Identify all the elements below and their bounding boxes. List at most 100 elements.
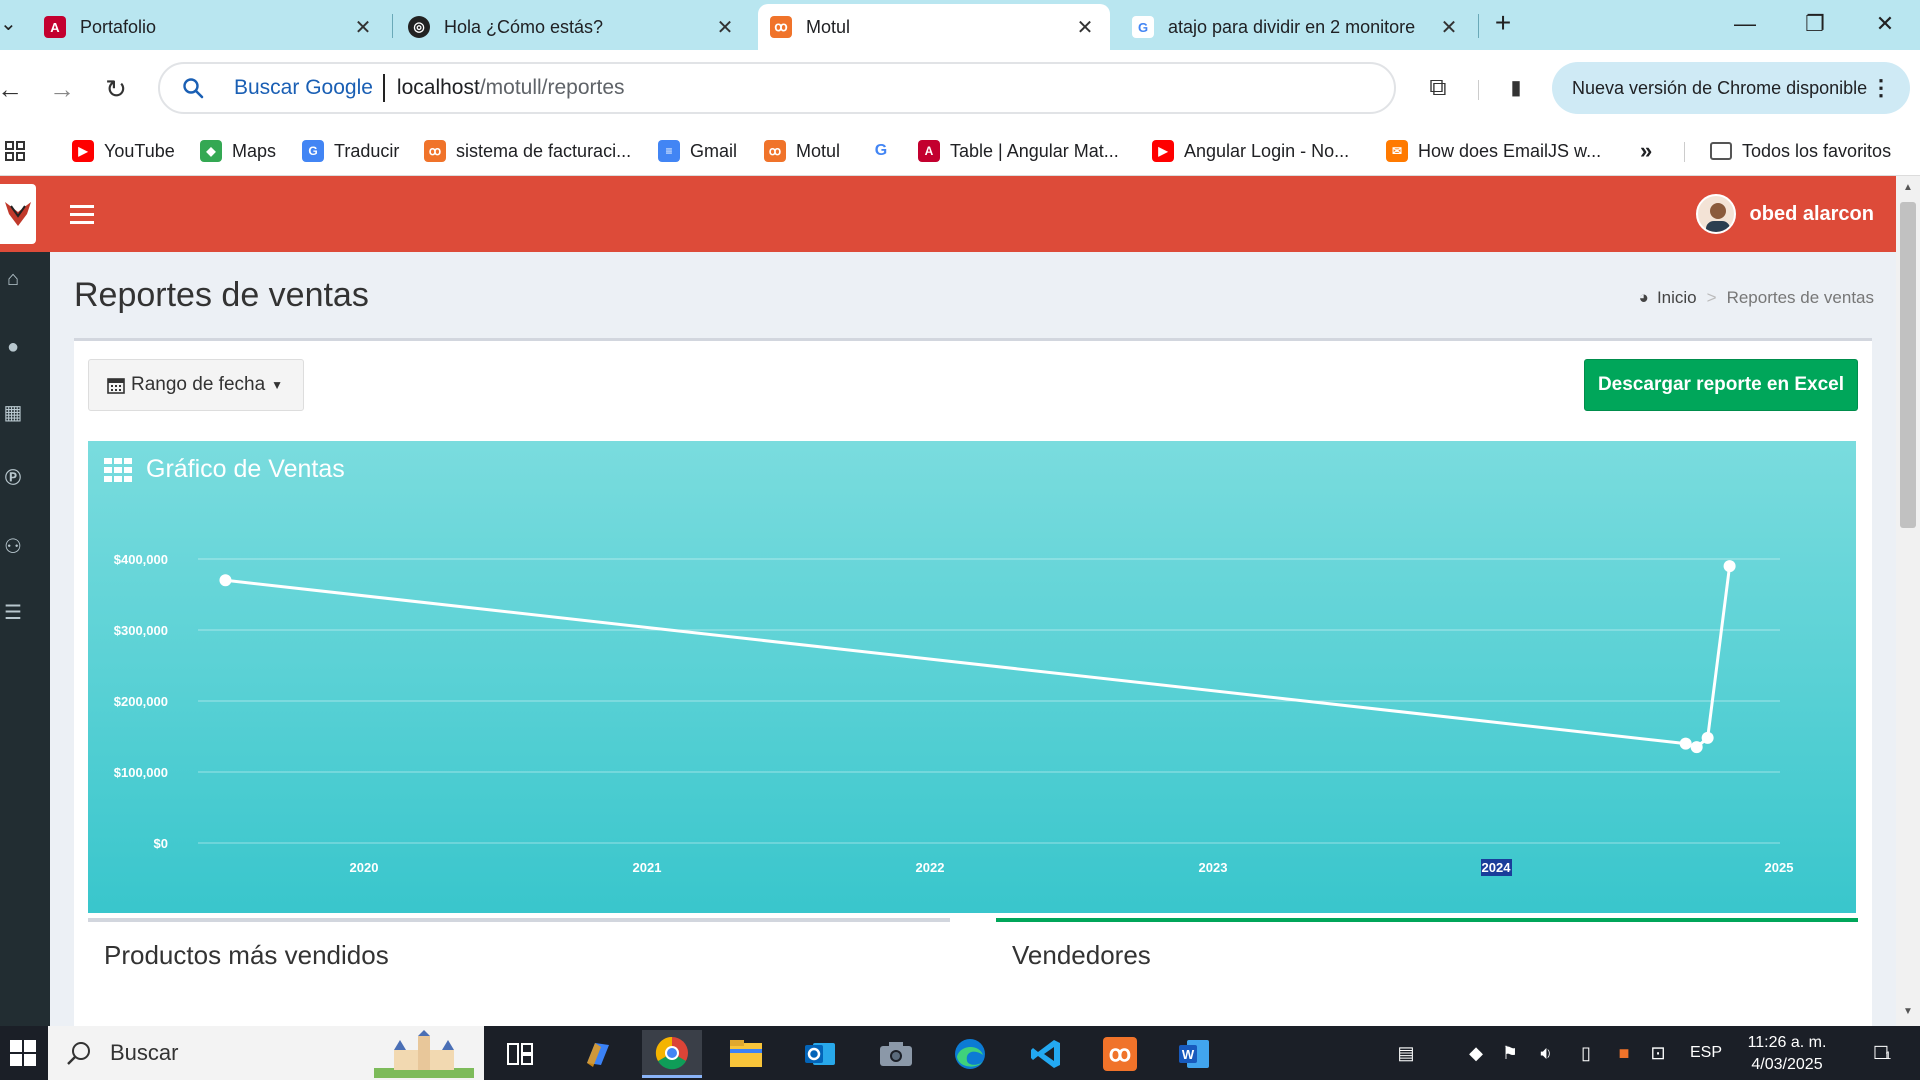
restore-button[interactable]: ❐	[1790, 6, 1840, 42]
more-menu-icon[interactable]: ⋮	[1870, 75, 1892, 101]
series-line	[225, 565, 1732, 749]
close-icon[interactable]: ✕	[352, 15, 374, 40]
chrome-update-chip[interactable]: Nueva versión de Chrome disponible ⋮	[1552, 62, 1910, 114]
bookmarks-overflow-button[interactable]: »	[1640, 126, 1652, 176]
volume-icon[interactable]: 🔉︎	[1532, 1040, 1560, 1066]
copilot-tray-icon[interactable]: ◆	[1462, 1040, 1490, 1066]
explorer-icon[interactable]	[716, 1030, 776, 1078]
dashboard-icon: ◕	[1638, 288, 1649, 307]
address-bar[interactable]: Buscar Google localhost/motull/reportes	[158, 62, 1396, 114]
news-widget-icon[interactable]: ▤	[1392, 1040, 1420, 1066]
taskbar-search[interactable]: Buscar	[48, 1026, 484, 1080]
task-view-icon[interactable]	[490, 1030, 550, 1078]
bookmark-maps[interactable]: ◆ Maps	[200, 126, 276, 176]
battery-icon[interactable]: ▯	[1572, 1040, 1600, 1066]
x-tick-label: 2020	[350, 860, 379, 875]
scroll-up-icon[interactable]: ▲	[1898, 182, 1918, 193]
bookmark-gmail[interactable]: ≡ Gmail	[658, 126, 737, 176]
emailjs-icon: ✉	[1386, 140, 1408, 162]
date-range-label: Rango de fecha	[131, 374, 266, 395]
sidebar-item-users[interactable]: ⚇	[0, 534, 26, 560]
camera-icon[interactable]	[866, 1030, 926, 1078]
bookmark-google[interactable]: G	[870, 126, 902, 176]
tab-google-search[interactable]: G atajo para dividir en 2 monitore ✕	[1120, 4, 1474, 50]
bookmark-youtube[interactable]: ▶ YouTube	[72, 126, 175, 176]
download-excel-button[interactable]: Descargar reporte en Excel	[1584, 359, 1858, 411]
search-icon	[67, 1042, 90, 1065]
chart-title: Gráfico de Ventas	[146, 455, 345, 483]
forward-button[interactable]: →	[44, 72, 80, 108]
sidebar-item-user[interactable]: ●	[0, 334, 26, 360]
sidebar-item-list[interactable]: ☰	[0, 600, 26, 626]
close-icon[interactable]: ✕	[1074, 15, 1096, 40]
xampp-tray-icon[interactable]: ■	[1610, 1040, 1638, 1066]
search-highlight-castle-icon	[374, 1030, 474, 1078]
caret-down-icon: ▼	[271, 378, 284, 392]
start-button[interactable]	[0, 1026, 46, 1080]
back-button[interactable]: ←	[0, 72, 28, 108]
date-range-button[interactable]: Rango de fecha ▼	[88, 359, 304, 411]
y-tick-label: $200,000	[114, 694, 168, 709]
bookmark-label: How does EmailJS w...	[1418, 140, 1602, 161]
close-icon[interactable]: ✕	[714, 15, 736, 40]
tab-search-icon[interactable]: ⌄	[0, 10, 17, 40]
minimize-button[interactable]: —	[1720, 6, 1770, 42]
sidebar-item-grid[interactable]: ▦	[0, 400, 26, 426]
xampp-icon[interactable]: ꝏ	[1090, 1030, 1150, 1078]
all-bookmarks-folder[interactable]: Todos los favoritos	[1710, 126, 1891, 176]
page-scrollbar[interactable]: ▲ ▼	[1896, 176, 1920, 1026]
scroll-down-icon[interactable]: ▼	[1898, 1006, 1918, 1017]
outlook-icon[interactable]	[790, 1030, 850, 1078]
youtube-icon: ▶	[1152, 140, 1174, 162]
bookmark-traducir[interactable]: G Traducir	[302, 126, 399, 176]
bird-logo-icon	[5, 202, 31, 226]
sidebar-item-home[interactable]: ⌂	[0, 266, 26, 292]
language-indicator[interactable]: ESP	[1686, 1040, 1726, 1066]
breadcrumb-home[interactable]: Inicio	[1657, 288, 1697, 308]
bookmark-angular-table[interactable]: A Table | Angular Mat...	[918, 126, 1119, 176]
app-header: obed alarcon	[0, 176, 1896, 252]
data-point	[1690, 741, 1703, 754]
extensions-icon[interactable]: ⧉	[1420, 70, 1456, 106]
update-chip-label: Nueva versión de Chrome disponible	[1572, 77, 1868, 98]
tab-chatgpt[interactable]: ◎ Hola ¿Cómo estás? ✕	[396, 4, 750, 50]
tab-portafolio[interactable]: A Portafolio ✕	[32, 4, 388, 50]
reload-button[interactable]: ↻	[98, 72, 134, 108]
word-icon[interactable]: W	[1164, 1030, 1224, 1078]
chrome-icon[interactable]	[642, 1030, 702, 1078]
app-logo[interactable]	[0, 184, 36, 244]
tab-title: Portafolio	[80, 16, 157, 37]
notifications-icon[interactable]: ☐1	[1862, 1040, 1902, 1066]
tab-motul[interactable]: ꝏ Motul ✕	[758, 4, 1110, 50]
tab-strip: ⌄ A Portafolio ✕ ◎ Hola ¿Cómo estás? ✕ ꝏ…	[0, 0, 1920, 50]
network-icon[interactable]: ⊡	[1644, 1040, 1672, 1066]
web-app: obed alarcon ⌂ ● ▦ Ⓟ ⚇ ☰ Reportes de ven…	[0, 176, 1896, 1026]
edge-icon[interactable]	[940, 1030, 1000, 1078]
bookmark-angular-login[interactable]: ▶ Angular Login - No...	[1152, 126, 1349, 176]
angular-icon: A	[918, 140, 940, 162]
data-point	[1701, 731, 1714, 744]
x-tick-label: 2023	[1199, 860, 1228, 875]
bookmark-sistema-facturacion[interactable]: ꝏ sistema de facturaci...	[424, 126, 631, 176]
bookmark-label: Table | Angular Mat...	[950, 140, 1119, 161]
vscode-icon[interactable]	[1016, 1030, 1076, 1078]
profile-extension-icon[interactable]: ▮	[1498, 70, 1534, 106]
user-menu[interactable]: obed alarcon	[1695, 194, 1874, 234]
avatar	[1695, 194, 1736, 234]
new-tab-button[interactable]: +	[1488, 8, 1518, 40]
sidebar-toggle-button[interactable]	[70, 200, 94, 228]
tab-title: Motul	[806, 16, 851, 37]
sidebar-item-products[interactable]: Ⓟ	[0, 466, 26, 492]
system-clock[interactable]: 11:26 a. m. 4/03/2025	[1732, 1032, 1842, 1076]
tab-title: Hola ¿Cómo estás?	[444, 16, 604, 37]
copilot-icon[interactable]	[568, 1030, 628, 1078]
bookmark-emailjs[interactable]: ✉ How does EmailJS w...	[1386, 126, 1601, 176]
apps-grid-icon[interactable]	[4, 126, 26, 176]
scrollbar-thumb[interactable]	[1900, 202, 1916, 528]
security-tray-icon[interactable]: ⚑	[1496, 1040, 1524, 1066]
docs-icon: ≡	[658, 140, 680, 162]
close-window-button[interactable]: ✕	[1860, 6, 1910, 42]
bookmark-motul[interactable]: ꝏ Motul	[764, 126, 840, 176]
youtube-icon: ▶	[72, 140, 94, 162]
close-icon[interactable]: ✕	[1438, 15, 1460, 40]
